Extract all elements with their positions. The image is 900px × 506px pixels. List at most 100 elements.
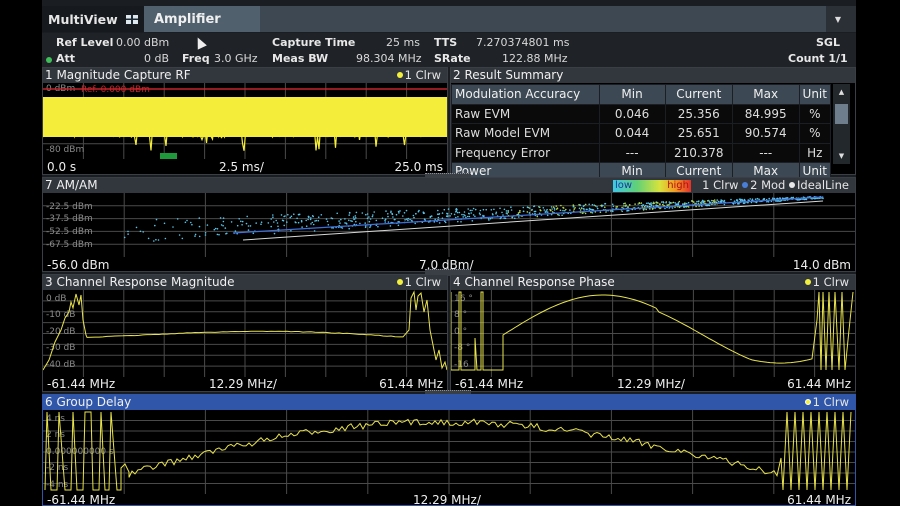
- table-row[interactable]: Frequency Error --- 210.378 --- Hz: [451, 142, 832, 163]
- am-am-plot[interactable]: -22.5 dBm -37.5 dBm -52.5 dBm -67.5 dBm: [43, 193, 855, 257]
- scatter-point: [785, 197, 788, 199]
- scatter-point: [626, 210, 628, 212]
- scatter-point: [260, 221, 263, 223]
- x-axis: -61.44 MHz 12.29 MHz/ 61.44 MHz: [43, 377, 447, 391]
- scatter-point: [142, 231, 144, 233]
- scatter-point: [526, 206, 529, 208]
- scatter-point: [507, 211, 510, 213]
- scatter-point: [717, 200, 720, 203]
- scatter-point: [531, 208, 533, 211]
- panel-am-am[interactable]: 7 AM/AM low high 1 Clrw 2 Mod IdealLine …: [42, 177, 856, 272]
- settings-bar[interactable]: Ref Level 0.00 dBm Att 0 dB Freq 3.0 GHz…: [42, 33, 856, 67]
- panel-magnitude-capture[interactable]: 1 Magnitude Capture RF 1 Clrw 0 dBm-20 d…: [42, 67, 448, 175]
- scatter-point: [296, 217, 298, 220]
- scatter-point: [668, 207, 671, 209]
- tab-multiview[interactable]: MultiView: [42, 6, 144, 32]
- scatter-point: [478, 212, 481, 214]
- scatter-point: [742, 202, 745, 204]
- scatter-point: [178, 234, 181, 236]
- cell: 90.574: [731, 123, 800, 144]
- scatter-point: [572, 204, 575, 206]
- magnitude-plot[interactable]: 0 dBm-20 dBm-40 dBm-60 dBm-80 dBmRef. 0.…: [43, 83, 447, 159]
- scatter-point: [730, 198, 732, 201]
- phase-response-trace: [451, 291, 854, 371]
- scroll-up-icon[interactable]: ▲: [833, 86, 850, 98]
- scatter-point: [468, 215, 471, 218]
- scatter-point: [351, 220, 353, 223]
- scatter-point: [305, 219, 308, 222]
- magnitude-response-plot[interactable]: 0 dB -10 dB -20 dB -30 dB -40 dB: [43, 290, 447, 377]
- scatter-point: [373, 211, 376, 213]
- scatter-point: [283, 224, 285, 227]
- scroll-down-icon[interactable]: ▼: [833, 150, 850, 162]
- scatter-point: [637, 203, 639, 205]
- scatter-point: [246, 215, 248, 218]
- scatter-point: [583, 204, 585, 207]
- panel-title: 4 Channel Response Phase 1 Clrw: [451, 275, 855, 290]
- scatter-point: [647, 202, 649, 204]
- scatter-point: [240, 220, 242, 223]
- scatter-point: [381, 217, 384, 219]
- panel-channel-response-magnitude[interactable]: 3 Channel Response Magnitude 1 Clrw 0 dB…: [42, 274, 448, 392]
- scatter-point: [275, 219, 277, 222]
- scatter-point: [194, 235, 196, 237]
- cell: 210.378: [664, 142, 733, 163]
- tab-amplifier[interactable]: Amplifier: [144, 6, 260, 32]
- trace-3-dot-icon: [789, 182, 796, 188]
- tab-dropdown-button[interactable]: ▼: [826, 6, 850, 32]
- scatter-point: [405, 209, 408, 212]
- scatter-point: [198, 235, 201, 238]
- capture-time-label: Capture Time: [272, 36, 356, 49]
- cell: Hz: [798, 142, 832, 163]
- panel-group-delay[interactable]: 6 Group Delay 1 Clrw 4 ns 2 ns 0.000000000…: [42, 394, 856, 506]
- scatter-point: [415, 212, 417, 215]
- scatter-point: [470, 212, 473, 214]
- scatter-point: [624, 202, 626, 204]
- scatter-point: [552, 206, 555, 208]
- scatter-point: [627, 206, 629, 209]
- table-scrollbar[interactable]: ▲ ▼: [833, 84, 850, 164]
- scatter-point: [645, 202, 648, 205]
- scatter-point: [139, 230, 142, 233]
- scatter-point: [543, 209, 546, 211]
- scatter-point: [399, 210, 401, 212]
- y-axis-label: 2 ns: [46, 430, 65, 440]
- scatter-point: [589, 208, 592, 211]
- scatter-point: [317, 219, 320, 222]
- table-row[interactable]: Raw Model EVM 0.044 25.651 90.574 %: [451, 123, 832, 144]
- scatter-point: [461, 213, 463, 216]
- scatter-point: [441, 212, 444, 214]
- srate-label: SRate: [434, 52, 471, 65]
- scatter-point: [354, 215, 357, 217]
- column-header: Modulation Accuracy: [451, 84, 600, 105]
- scatter-point: [280, 214, 283, 216]
- ref-level-label: Ref Level: [56, 36, 114, 49]
- freq-label: Freq: [182, 52, 210, 65]
- scatter-point: [372, 214, 374, 216]
- scatter-point: [669, 202, 671, 205]
- panel-channel-response-phase[interactable]: 4 Channel Response Phase 1 Clrw 16 ° 8 ° 0…: [450, 274, 856, 392]
- table-row[interactable]: Raw EVM 0.046 25.356 84.995 %: [451, 103, 832, 124]
- panel-result-summary[interactable]: 2 Result Summary Modulation Accuracy Min…: [450, 67, 856, 180]
- x-axis-end: 25.0 ms: [394, 160, 443, 174]
- scatter-point: [282, 219, 285, 222]
- scatter-point: [605, 211, 607, 213]
- scatter-point: [301, 226, 303, 228]
- scatter-point: [579, 204, 581, 206]
- scatter-point: [348, 219, 350, 222]
- scatter-point: [135, 226, 138, 229]
- scatter-point: [604, 206, 606, 209]
- scatter-point: [247, 229, 250, 231]
- scatter-point: [485, 208, 488, 211]
- scrollbar-thumb[interactable]: [835, 104, 848, 124]
- scatter-point: [766, 201, 768, 203]
- group-delay-plot[interactable]: 4 ns 2 ns 0.000000000 s -2 ns -4 ns: [43, 410, 855, 494]
- scatter-point: [482, 214, 484, 217]
- scatter-point: [287, 213, 289, 216]
- scatter-point: [198, 225, 201, 228]
- scatter-point: [561, 214, 563, 216]
- scatter-point: [447, 208, 450, 210]
- table-header-row: Modulation Accuracy Min Current Max Unit: [451, 84, 832, 105]
- phase-response-plot[interactable]: 16 ° 8 ° 0 ° -8 ° -16: [451, 290, 855, 377]
- scatter-point: [642, 204, 645, 206]
